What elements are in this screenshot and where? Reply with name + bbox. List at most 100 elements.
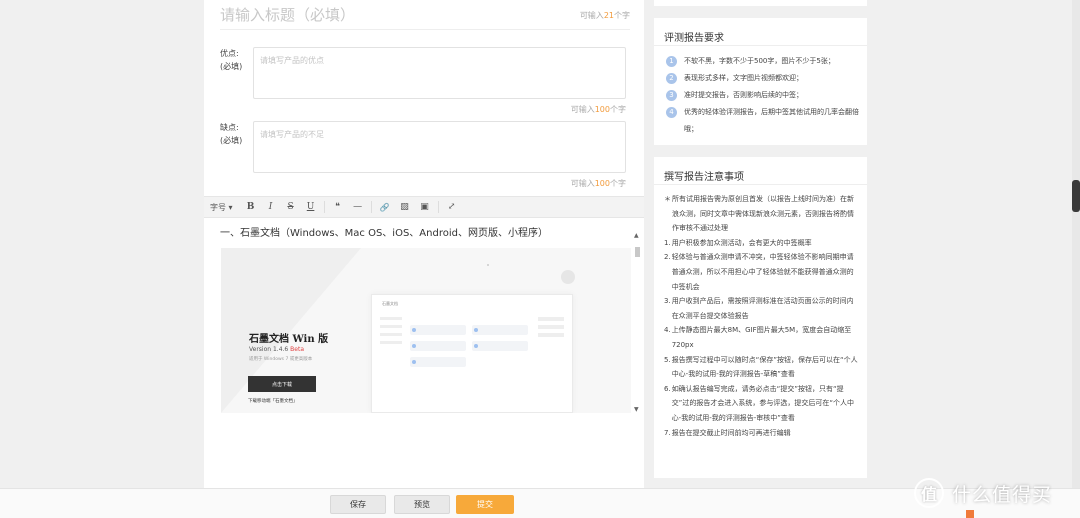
scroll-up-arrow-icon[interactable]: ▲ [634, 232, 639, 239]
count-number: 21 [603, 11, 614, 20]
divider [654, 184, 867, 185]
number-badge: 4 [666, 107, 677, 118]
cons-textarea[interactable]: 请填写产品的不足 [253, 121, 626, 173]
rich-text-editor[interactable]: 一、石墨文档（Windows、Mac OS、iOS、Android、网页版、小程… [204, 218, 644, 413]
list-item: 1. 用户积极参加众测活动，会有更大的中签概率 [664, 236, 859, 251]
pros-required-text: (必填) [220, 62, 243, 71]
title-input[interactable]: 请输入标题（必填） [220, 4, 355, 25]
report-form: 请输入标题（必填） 可输入21个字 优点: (必填) 请填写产品的优点 可输入10… [204, 0, 644, 488]
pros-textarea[interactable]: 请填写产品的优点 [253, 47, 626, 99]
image-doc-card [410, 357, 466, 367]
pros-placeholder: 请填写产品的优点 [260, 56, 324, 65]
cons-required-text: (必填) [220, 136, 243, 145]
pros-label-text: 优点: [220, 49, 239, 58]
image-subtitle: 适用于 Windows 7 或更高版本 [249, 357, 313, 362]
list-item-text: 报告在提交截止时间前均可再进行编辑 [671, 428, 791, 437]
requirements-title: 评测报告要求 [664, 33, 724, 44]
watermark: 值 什么值得买 [914, 478, 1052, 508]
fullscreen-icon[interactable]: ⤢ [442, 198, 462, 216]
number-badge: 3 [666, 90, 677, 101]
page-scrollbar-thumb[interactable] [1072, 180, 1080, 212]
image-app-name: 石墨文档 Win 版 [249, 334, 329, 345]
save-button[interactable]: 保存 [330, 495, 386, 514]
editor-toolbar: 字号 ▾ B I S U ❝ — 🔗 ▨ ▣ ⤢ [204, 196, 644, 218]
list-number: 6. [664, 384, 671, 393]
list-item: 6. 如确认报告编写完成，请务必点击“提交”按钮，只有“提交”过的报告才会进入系统… [664, 382, 859, 426]
list-bullet: ＊ [664, 195, 671, 203]
cons-char-count: 可输入100个字 [571, 178, 626, 189]
list-item: 1 不软不黑，字数不少于500字，图片不少于5张； [666, 53, 859, 70]
count-prefix: 可输入 [570, 179, 595, 188]
notes-title: 撰写报告注意事项 [664, 172, 744, 183]
font-size-dropdown[interactable]: 字号 ▾ [210, 202, 233, 213]
top-strip [654, 0, 867, 6]
image-doc-card [472, 325, 528, 335]
version-text: Version 1.4.6 [249, 346, 289, 353]
image-download-button: 点击下载 [248, 376, 316, 392]
list-item-text: 表现形式多样，文字图片视频都欢迎； [684, 74, 803, 82]
link-icon[interactable]: 🔗 [375, 198, 395, 216]
toolbar-divider [437, 201, 439, 213]
pros-char-count: 可输入100个字 [571, 104, 626, 115]
list-item-text: 优秀的轻体验评测报告，后期中签其他试用的几率会翻倍哦； [684, 108, 859, 133]
title-field[interactable]: 请输入标题（必填） 可输入21个字 [220, 0, 630, 30]
scroll-down-arrow-icon[interactable]: ▼ [634, 406, 639, 413]
list-number: 3. [664, 297, 671, 306]
list-item-text: 轻体验与普通众测申请不冲突，中签轻体验不影响同期申请普通众测，所以不用担心中了轻… [671, 253, 854, 291]
image-app-window: 石墨文档 [371, 294, 573, 413]
divider [654, 45, 867, 46]
quote-icon[interactable]: ❝ [328, 198, 348, 216]
preview-button[interactable]: 预览 [394, 495, 450, 514]
list-item-text: 准时提交报告，否则影响后续的中签； [684, 91, 803, 99]
beta-badge: Beta [290, 346, 305, 353]
decor-circle [561, 270, 575, 284]
count-suffix: 个字 [610, 105, 626, 114]
list-item: 4. 上传静态图片最大8M、GIF图片最大5M，宽度会自动缩至720px [664, 323, 859, 352]
embedded-screenshot-image: 石墨文档 Win 版 Version 1.4.6 Beta 适用于 Window… [221, 248, 631, 413]
bold-icon[interactable]: B [241, 198, 261, 216]
list-item-text: 如确认报告编写完成，请务必点击“提交”按钮，只有“提交”过的报告才会进入系统，参… [671, 384, 854, 422]
image-doc-card [472, 341, 528, 351]
list-item-text: 用户积极参加众测活动，会有更大的中签概率 [671, 238, 812, 247]
list-item-text: 用户收到产品后，需按照评测标准在活动页面公示的时间内在众测平台提交体验报告 [671, 297, 854, 320]
count-prefix: 可输入 [579, 11, 604, 20]
list-number: 2. [664, 253, 671, 262]
editor-heading: 一、石墨文档（Windows、Mac OS、iOS、Android、网页版、小程… [220, 228, 548, 239]
italic-icon[interactable]: I [261, 198, 281, 216]
toolbar-divider [323, 201, 325, 213]
list-item-text: 所有试用报告需为原创且首发（以报告上线时间为准）在新浪众测，同时文章中需体现新浪… [672, 195, 854, 233]
video-icon[interactable]: ▣ [415, 198, 435, 216]
requirements-list: 1 不软不黑，字数不少于500字，图片不少于5张； 2 表现形式多样，文字图片视频都… [666, 53, 859, 138]
list-item: 2 表现形式多样，文字图片视频都欢迎； [666, 70, 859, 87]
list-item: 4 优秀的轻体验评测报告，后期中签其他试用的几率会翻倍哦； [666, 104, 859, 138]
list-item-text: 不软不黑，字数不少于500字，图片不少于5张； [684, 57, 835, 65]
decor-dot [487, 264, 489, 266]
submit-button[interactable]: 提交 [456, 495, 514, 514]
strikethrough-icon[interactable]: S [281, 198, 301, 216]
list-item-text: 报告撰写过程中可以随时点“保存”按钮，保存后可以在“个人中心-我的试用-我的评测… [671, 355, 858, 379]
list-item: 7. 报告在提交截止时间前均可再进行编辑 [664, 426, 859, 441]
horizontal-rule-icon[interactable]: — [348, 198, 368, 216]
list-item: 3 准时提交报告，否则影响后续的中签； [666, 87, 859, 104]
notes-list: ＊所有试用报告需为原创且首发（以报告上线时间为准）在新浪众测，同时文章中需体现新… [664, 192, 859, 440]
underline-icon[interactable]: U [301, 198, 321, 216]
list-item-text: 上传静态图片最大8M、GIF图片最大5M，宽度会自动缩至720px [671, 326, 852, 349]
title-char-count: 可输入21个字 [580, 10, 630, 21]
editor-scrollbar-thumb[interactable] [635, 247, 640, 257]
list-item: 2. 轻体验与普通众测申请不冲突，中签轻体验不影响同期申请普通众测，所以不用担心中… [664, 250, 859, 294]
notes-card: 撰写报告注意事项 ＊所有试用报告需为原创且首发（以报告上线时间为准）在新浪众测，… [654, 157, 867, 478]
image-version: Version 1.4.6 Beta [249, 346, 304, 353]
list-number: 5. [664, 355, 671, 364]
editor-scrollbar[interactable]: ▲ ▼ [632, 232, 642, 413]
list-item: ＊所有试用报告需为原创且首发（以报告上线时间为准）在新浪众测，同时文章中需体现新… [664, 192, 859, 236]
requirements-card: 评测报告要求 1 不软不黑，字数不少于500字，图片不少于5张； 2 表现形式多样，… [654, 18, 867, 145]
list-number: 7. [664, 428, 671, 437]
list-number: 1. [664, 238, 671, 247]
image-icon[interactable]: ▨ [395, 198, 415, 216]
page-scrollbar-track[interactable] [1072, 0, 1080, 488]
count-prefix: 可输入 [570, 105, 595, 114]
count-number: 100 [594, 105, 610, 114]
watermark-logo-icon: 值 [914, 478, 944, 508]
image-doc-card [410, 341, 466, 351]
cons-label: 缺点: (必填) [220, 121, 242, 147]
